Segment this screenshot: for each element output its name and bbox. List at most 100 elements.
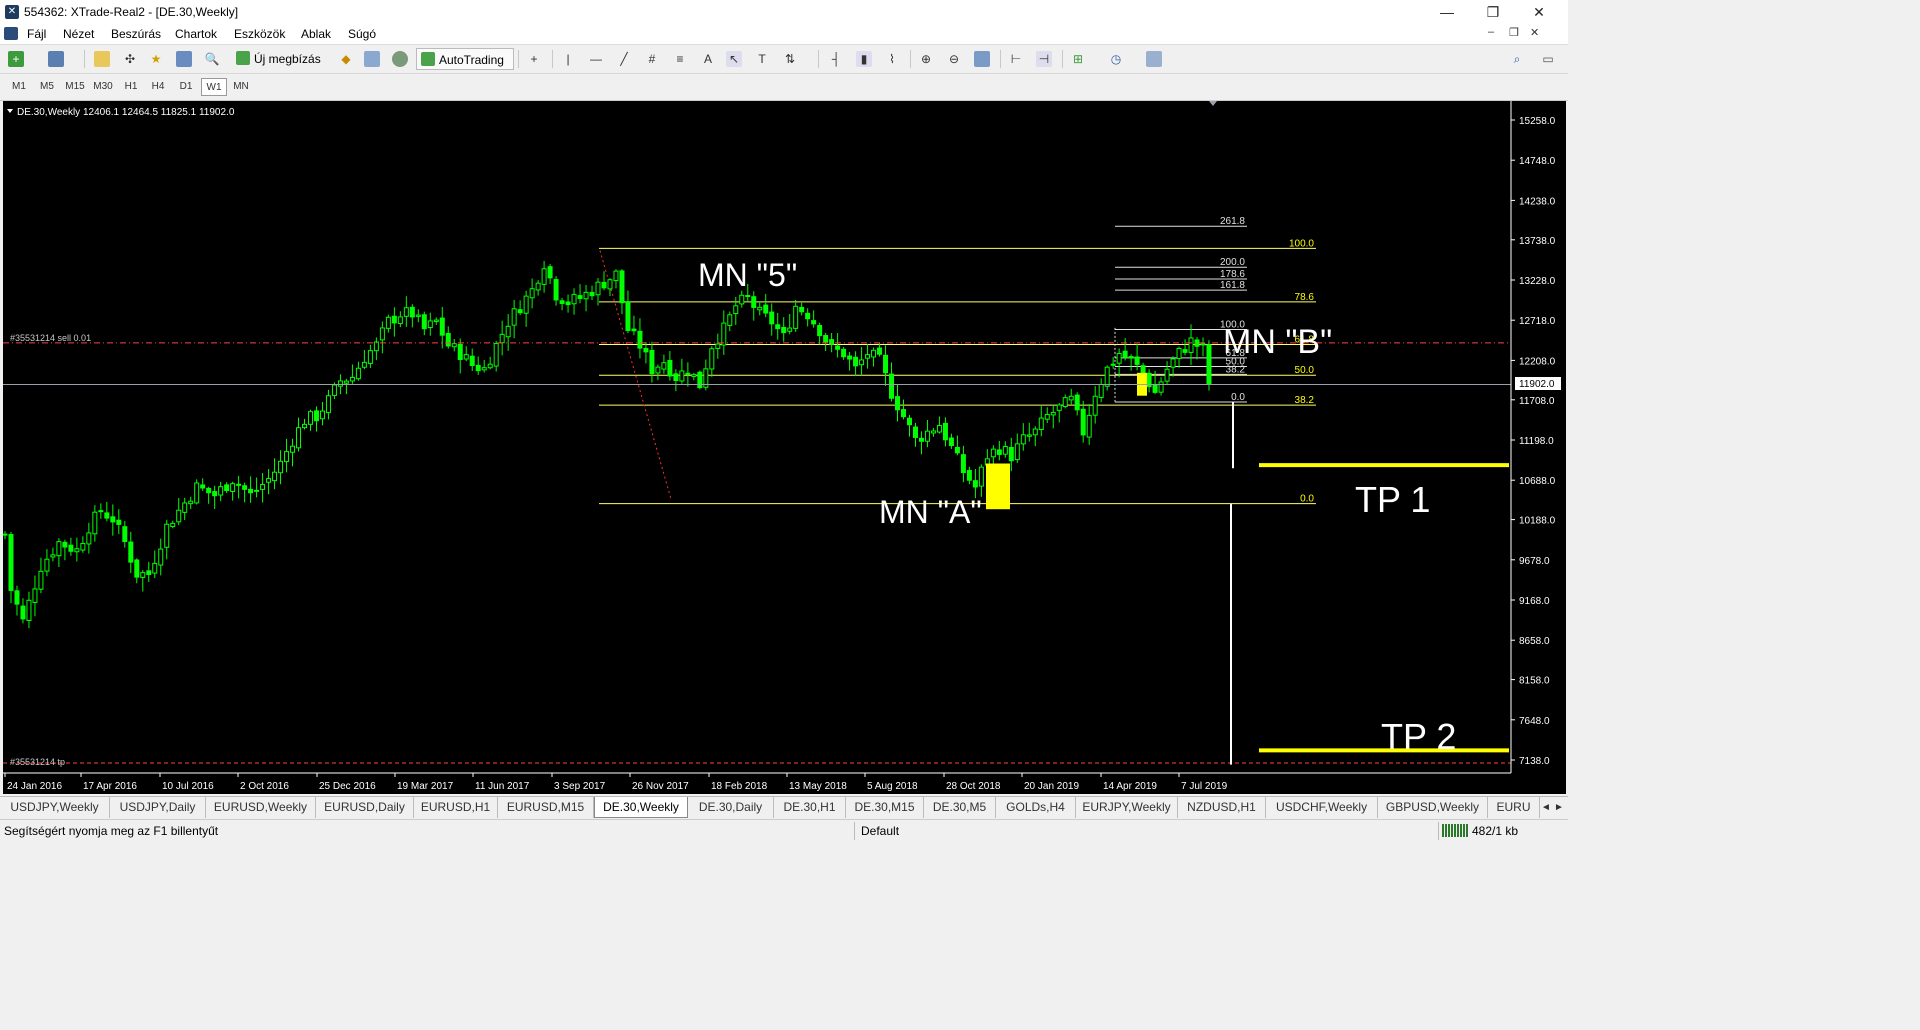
tab-gbpusd-weekly[interactable]: GBPUSD,Weekly bbox=[1378, 797, 1488, 818]
timeframe-m5[interactable]: M5 bbox=[34, 78, 60, 96]
timeframe-h1[interactable]: H1 bbox=[118, 78, 144, 96]
text-icon[interactable]: A bbox=[700, 51, 716, 67]
timeframe-m1[interactable]: M1 bbox=[6, 78, 32, 96]
y-tick-label: 11198.0 bbox=[1519, 436, 1554, 447]
candle-body bbox=[1188, 337, 1194, 353]
candle-body bbox=[565, 301, 571, 306]
navigator-icon[interactable]: ✣ bbox=[122, 51, 138, 67]
tab-eurusd-h1[interactable]: EURUSD,H1 bbox=[414, 797, 498, 818]
menu-insert[interactable]: Beszúrás bbox=[111, 27, 161, 41]
cursor-icon[interactable]: ↖ bbox=[726, 51, 742, 67]
vertical-line-icon[interactable]: | bbox=[560, 51, 576, 67]
tester-icon[interactable]: 🔍 bbox=[204, 51, 220, 67]
timeframe-w1[interactable]: W1 bbox=[201, 78, 227, 96]
restore-button[interactable]: ❐ bbox=[1470, 0, 1516, 24]
tab-nzdusd-h1[interactable]: NZDUSD,H1 bbox=[1178, 797, 1266, 818]
mdi-restore-button[interactable]: ❐ bbox=[1509, 26, 1519, 39]
menu-window[interactable]: Ablak bbox=[301, 27, 331, 41]
tab-usdjpy-weekly[interactable]: USDJPY,Weekly bbox=[0, 797, 110, 818]
equidistant-channel-icon[interactable]: # bbox=[644, 51, 660, 67]
tab-usdchf-weekly[interactable]: USDCHF,Weekly bbox=[1266, 797, 1378, 818]
market-watch-icon[interactable] bbox=[94, 51, 110, 67]
tab-de30-weekly[interactable]: DE.30,Weekly bbox=[594, 797, 688, 818]
signals-icon[interactable]: ◆ bbox=[338, 51, 354, 67]
tab-eurjpy-weekly[interactable]: EURJPY,Weekly bbox=[1076, 797, 1178, 818]
horizontal-line-icon[interactable]: — bbox=[588, 51, 604, 67]
tab-usdjpy-daily[interactable]: USDJPY,Daily bbox=[110, 797, 206, 818]
mdi-close-button[interactable]: ✕ bbox=[1530, 26, 1539, 39]
tab-de30-m5[interactable]: DE.30,M5 bbox=[924, 797, 996, 818]
chart-window[interactable]: 100.0 78.6 61.8 50.0 38.2 0.0 261.8 200.0 178.6 1… bbox=[3, 101, 1566, 794]
menu-help[interactable]: Súgó bbox=[348, 27, 376, 41]
timeframe-mn[interactable]: MN bbox=[228, 78, 254, 96]
y-tick-label: 8658.0 bbox=[1519, 636, 1550, 647]
tab-eurusd-weekly[interactable]: EURUSD,Weekly bbox=[206, 797, 316, 818]
candle-body bbox=[1080, 408, 1086, 436]
tab-de30-m15[interactable]: DE.30,M15 bbox=[846, 797, 924, 818]
candle-body bbox=[835, 345, 841, 350]
candle-body bbox=[529, 288, 535, 299]
candle-body bbox=[122, 526, 128, 543]
zoom-in-icon[interactable]: ⊕ bbox=[918, 51, 934, 67]
candle-body bbox=[128, 541, 134, 563]
tabs-scroll-left-icon[interactable]: ◄ bbox=[1541, 797, 1551, 818]
chart-shift-icon[interactable]: ⊣ bbox=[1036, 51, 1052, 67]
chart-tabs: USDJPY,Weekly USDJPY,Daily EURUSD,Weekly… bbox=[0, 796, 1568, 819]
zoom-out-icon[interactable]: ⊖ bbox=[946, 51, 962, 67]
timeframe-d1[interactable]: D1 bbox=[173, 78, 199, 96]
autotrading-button[interactable]: AutoTrading bbox=[416, 48, 514, 70]
crosshair-icon[interactable]: + bbox=[526, 51, 542, 67]
tab-euru[interactable]: EURU bbox=[1488, 797, 1540, 818]
new-order-button[interactable]: Új megbízás bbox=[232, 48, 332, 70]
fibonacci-icon[interactable]: ≡ bbox=[672, 51, 688, 67]
candle-body bbox=[871, 349, 877, 358]
indicators-icon[interactable]: ⊞ bbox=[1070, 51, 1086, 67]
timeframe-m15[interactable]: M15 bbox=[62, 78, 88, 96]
menu-charts[interactable]: Chartok bbox=[175, 27, 217, 41]
terminal-icon[interactable] bbox=[176, 51, 192, 67]
tab-eurusd-daily[interactable]: EURUSD,Daily bbox=[316, 797, 414, 818]
candle-body bbox=[1140, 365, 1146, 374]
search-icon[interactable]: ⌕ bbox=[1509, 51, 1525, 67]
candle-body bbox=[325, 395, 331, 414]
candle-body bbox=[415, 314, 421, 317]
tab-eurusd-m15[interactable]: EURUSD,M15 bbox=[498, 797, 594, 818]
profiles-icon[interactable] bbox=[48, 51, 64, 67]
line-chart-icon[interactable]: ⌇ bbox=[884, 51, 900, 67]
chart-menu-icon[interactable] bbox=[7, 109, 13, 113]
tabs-scroll-right-icon[interactable]: ► bbox=[1554, 797, 1564, 818]
candle-body bbox=[697, 371, 703, 389]
document-icon bbox=[4, 27, 18, 40]
menu-file[interactable]: Fájl bbox=[27, 27, 46, 41]
annotation-tp2: TP 2 bbox=[1381, 716, 1456, 757]
trendline-icon[interactable]: ╱ bbox=[616, 51, 632, 67]
chat-icon[interactable]: ▭ bbox=[1540, 51, 1556, 67]
x-tick-label: 3 Sep 2017 bbox=[554, 781, 606, 792]
vps-icon[interactable] bbox=[392, 51, 408, 67]
templates-icon[interactable] bbox=[1146, 51, 1162, 67]
timeframe-h4[interactable]: H4 bbox=[145, 78, 171, 96]
favorites-icon[interactable]: ★ bbox=[148, 51, 164, 67]
bar-chart-icon[interactable]: ┤ bbox=[828, 51, 844, 67]
auto-scroll-icon[interactable]: ⊢ bbox=[1008, 51, 1024, 67]
candle-body bbox=[901, 409, 906, 418]
candlestick-icon[interactable]: ▮ bbox=[856, 51, 872, 67]
tab-golds-h4[interactable]: GOLDs,H4 bbox=[996, 797, 1076, 818]
tab-de30-h1[interactable]: DE.30,H1 bbox=[774, 797, 846, 818]
tab-de30-daily[interactable]: DE.30,Daily bbox=[688, 797, 774, 818]
new-chart-icon[interactable]: + bbox=[8, 51, 24, 67]
candle-body bbox=[823, 335, 829, 343]
timeframe-m30[interactable]: M30 bbox=[90, 78, 116, 96]
periods-icon[interactable]: ◷ bbox=[1108, 51, 1124, 67]
market-icon[interactable] bbox=[364, 51, 380, 67]
price-chart[interactable]: 100.078.661.850.038.20.0261.8200.0178.61… bbox=[3, 101, 1566, 794]
arrows-icon[interactable]: ⇅ bbox=[782, 51, 798, 67]
mdi-minimize-button[interactable]: – bbox=[1488, 26, 1494, 38]
candle-body bbox=[889, 373, 895, 399]
menu-view[interactable]: Nézet bbox=[63, 27, 94, 41]
minimize-button[interactable]: — bbox=[1424, 0, 1470, 24]
tile-windows-icon[interactable] bbox=[974, 51, 990, 67]
menu-tools[interactable]: Eszközök bbox=[234, 27, 285, 41]
text-label-icon[interactable]: T bbox=[754, 51, 770, 67]
close-button[interactable]: ✕ bbox=[1516, 0, 1562, 24]
